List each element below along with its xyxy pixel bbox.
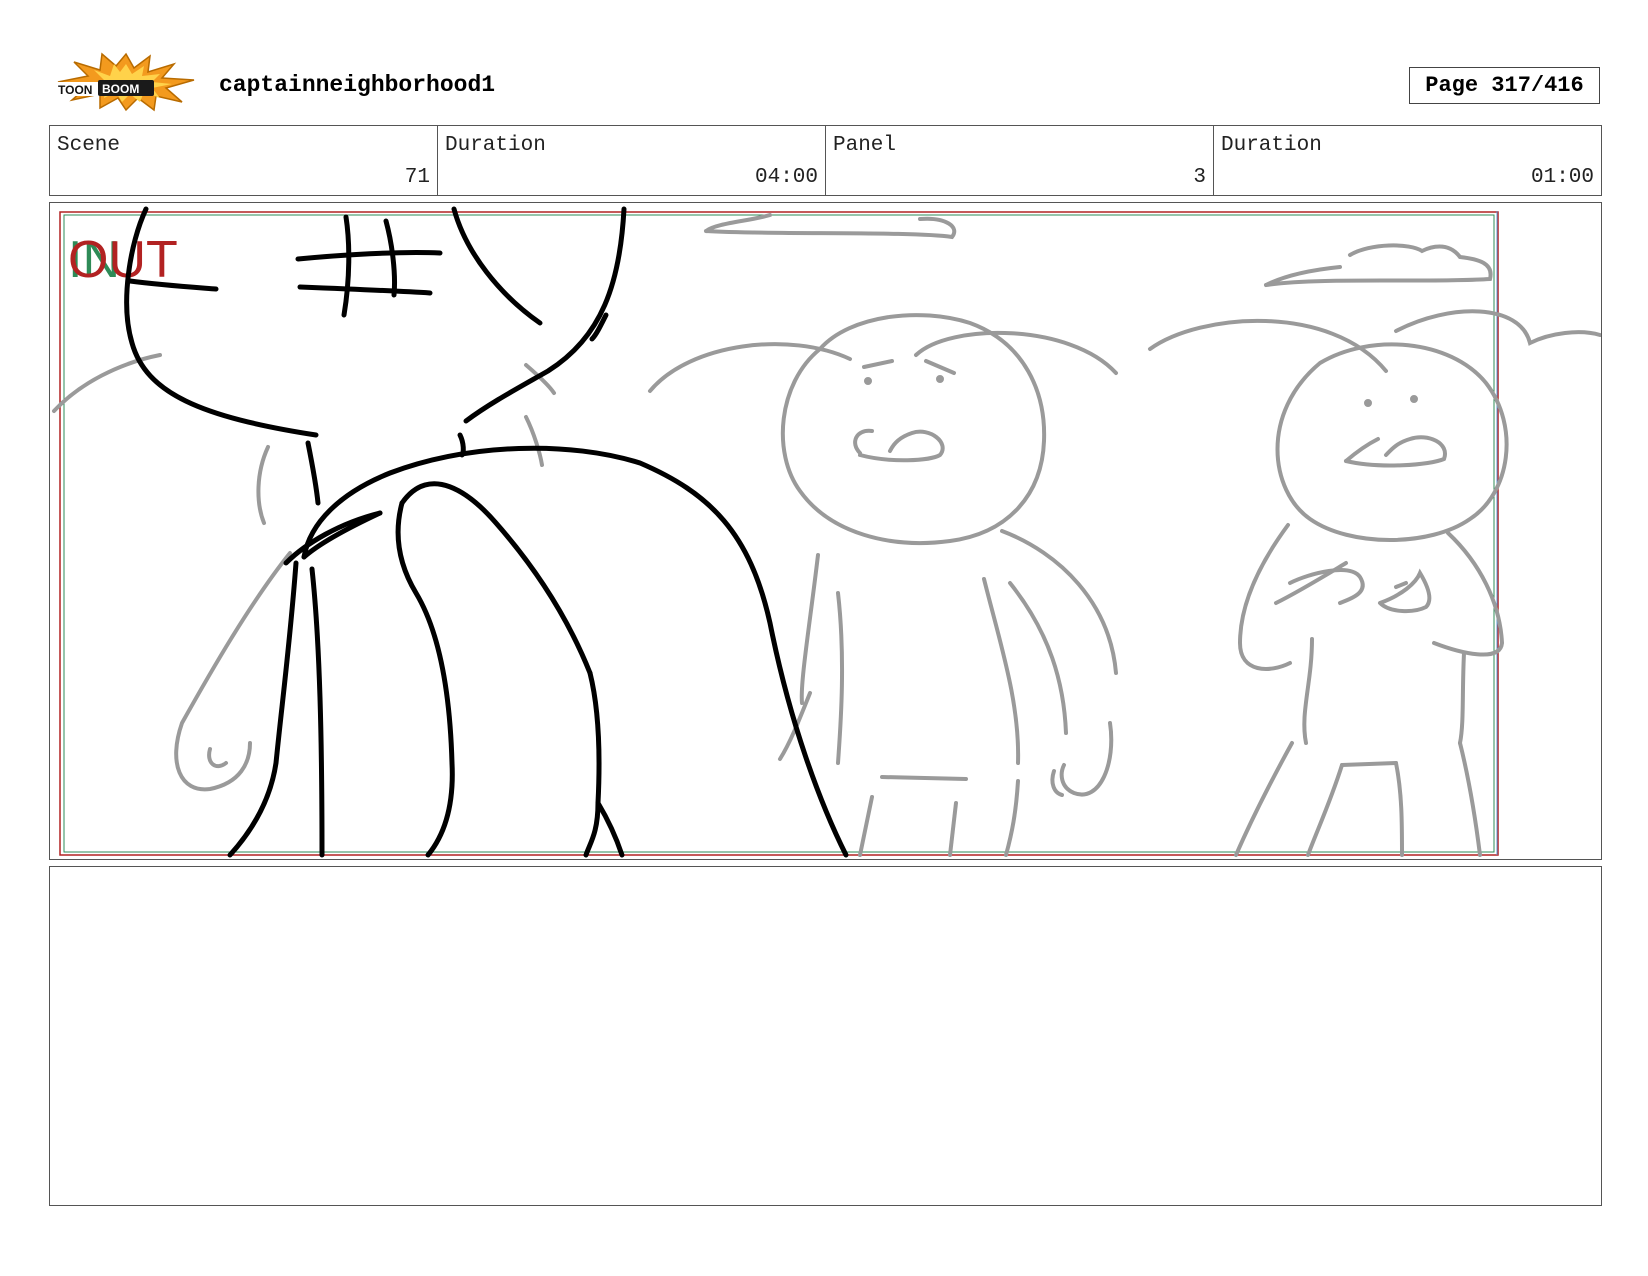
panel-duration-cell: Duration 01:00 [1214, 126, 1601, 195]
panel-value: 3 [1193, 166, 1206, 189]
toonboom-logo: TOON BOOM [54, 52, 198, 112]
scene-duration-cell: Duration 04:00 [438, 126, 826, 195]
scene-cell: Scene 71 [50, 126, 438, 195]
panel-label: Panel [833, 134, 897, 157]
logo-wordmark-boom: BOOM [102, 82, 139, 96]
logo-wordmark-toon: TOON [58, 83, 92, 97]
page-number: Page 317/416 [1409, 67, 1600, 104]
background-characters-sketch [52, 309, 1601, 857]
scene-value: 71 [404, 166, 430, 189]
panel-duration-label: Duration [1221, 134, 1322, 157]
out-marker: OUT [68, 231, 178, 289]
project-title: captainneighborhood1 [219, 72, 496, 98]
panel-duration-value: 01:00 [1530, 166, 1594, 189]
scene-label: Scene [57, 134, 121, 157]
foreground-character-sketch [124, 206, 849, 858]
scene-duration-label: Duration [445, 134, 546, 157]
scene-duration-value: 04:00 [754, 166, 818, 189]
scene-info-row: Scene 71 Duration 04:00 Panel 3 Duration… [49, 125, 1602, 196]
cloud-sketch [704, 213, 1493, 287]
panel-sketch: IN OUT [52, 206, 1601, 858]
storyboard-panel: IN OUT [49, 202, 1602, 860]
panel-cell: Panel 3 [826, 126, 1214, 195]
panel-notes-box [49, 866, 1602, 1206]
